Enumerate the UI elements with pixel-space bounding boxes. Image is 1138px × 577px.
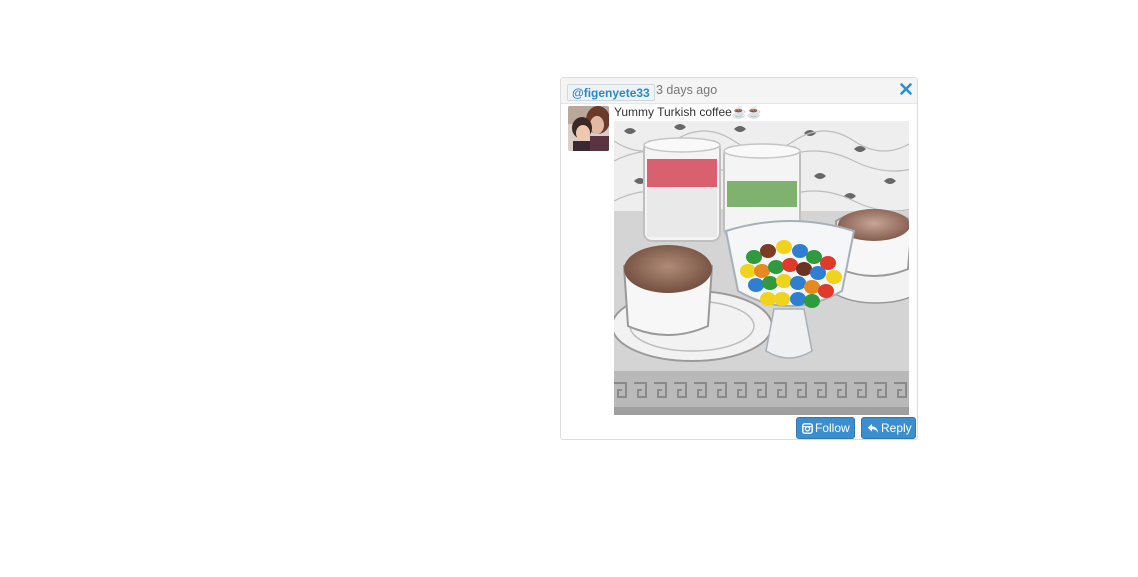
follow-button[interactable]: Follow bbox=[796, 417, 855, 439]
avatar[interactable] bbox=[568, 106, 609, 151]
post-timestamp: 3 days ago bbox=[656, 83, 718, 97]
social-post-card: @figenyete33 3 days ago Yummy Turkish co… bbox=[560, 77, 918, 440]
post-header: @figenyete33 3 days ago bbox=[561, 78, 917, 104]
close-icon[interactable] bbox=[899, 82, 913, 96]
reply-icon bbox=[867, 424, 879, 433]
post-photo[interactable] bbox=[614, 121, 909, 415]
post-caption: Yummy Turkish coffee☕☕ bbox=[614, 105, 762, 119]
instagram-icon bbox=[802, 423, 813, 434]
username-link[interactable]: @figenyete33 bbox=[567, 84, 655, 101]
follow-button-label: Follow bbox=[815, 421, 850, 435]
reply-button-label: Reply bbox=[881, 421, 912, 435]
reply-button[interactable]: Reply bbox=[861, 417, 916, 439]
